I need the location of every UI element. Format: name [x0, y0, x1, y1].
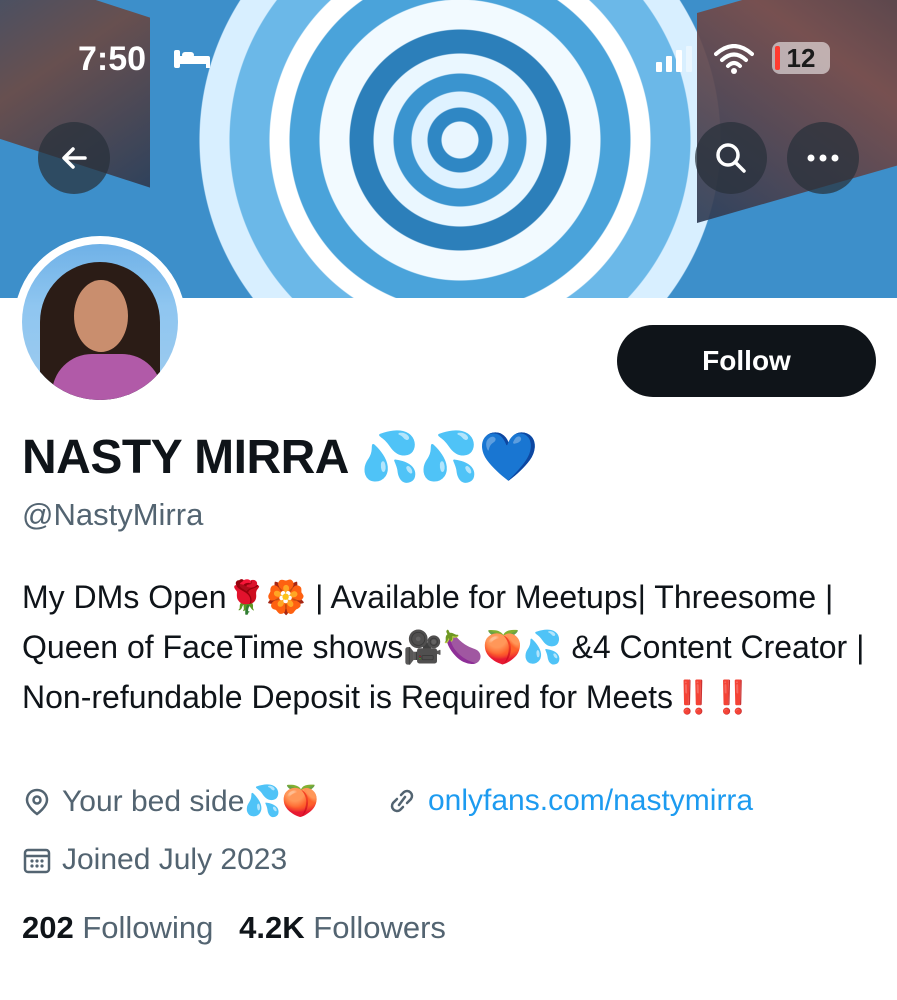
link-text[interactable]: onlyfans.com/nastymirra: [428, 784, 753, 818]
more-options-button[interactable]: [787, 122, 859, 194]
location-pin-icon: [25, 788, 49, 816]
arrow-left-icon: [62, 147, 87, 169]
profile-bio: My DMs Open🌹🏵️ | Available for Meetups| …: [22, 579, 865, 715]
followers-count: 4.2K: [239, 910, 305, 945]
wifi-icon: [714, 44, 754, 74]
profile-location: Your bed side💦🍑: [22, 784, 319, 819]
sleep-mode-icon: [172, 48, 212, 70]
follow-button[interactable]: Follow: [617, 325, 876, 397]
followers-link[interactable]: 4.2K Followers: [239, 910, 446, 945]
follow-counts: 202 Following 4.2K Followers: [22, 910, 446, 946]
cellular-signal-icon: [656, 46, 692, 72]
profile-name: NASTY MIRRA 💦💦💙: [22, 431, 538, 484]
following-count: 202: [22, 910, 74, 945]
search-icon: [716, 143, 746, 173]
profile-link[interactable]: onlyfans.com/nastymirra: [386, 784, 753, 818]
following-label: Following: [82, 910, 214, 945]
link-icon: [390, 789, 414, 813]
avatar[interactable]: [14, 236, 186, 408]
calendar-icon: [23, 848, 51, 874]
battery-indicator: 12: [772, 42, 830, 74]
joined-text: Joined July 2023: [62, 843, 288, 876]
search-button[interactable]: [695, 122, 767, 194]
profile-joined-date: Joined July 2023: [22, 843, 287, 877]
followers-label: Followers: [313, 910, 446, 945]
status-bar: 7:50 12: [0, 40, 897, 80]
profile-handle: @NastyMirra: [22, 497, 204, 532]
status-time: 7:50: [78, 40, 147, 78]
location-text: Your bed side💦🍑: [62, 785, 320, 818]
back-button[interactable]: [38, 122, 110, 194]
following-link[interactable]: 202 Following: [22, 910, 213, 945]
avatar-image: [22, 244, 178, 400]
more-dots-icon: [807, 154, 839, 162]
